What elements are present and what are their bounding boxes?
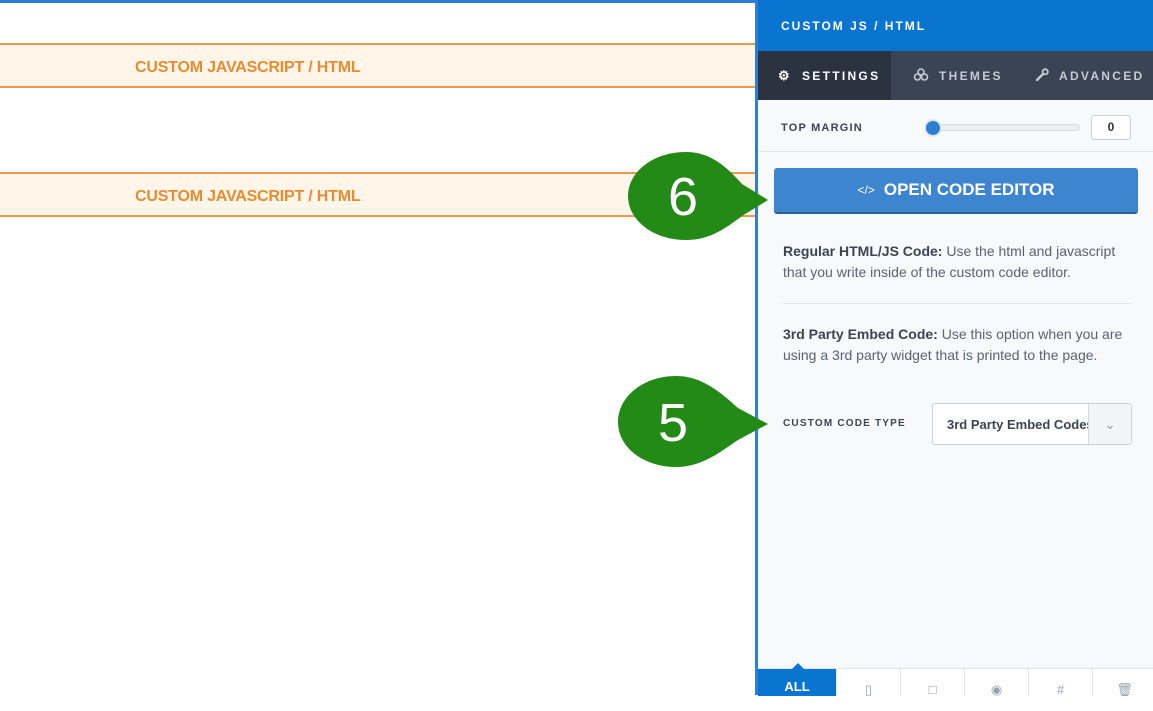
button-label: OPEN CODE EDITOR [883,180,1055,199]
callout-6: 6 [628,148,768,244]
custom-code-type-select[interactable]: 3rd Party Embed Codes ⌄ [932,403,1132,445]
panel-tabs: ⚙ SETTINGS THEMES ADVANCED [758,51,1153,100]
tab-settings[interactable]: ⚙ SETTINGS [758,51,891,100]
chevron-down-icon[interactable]: ⌄ [1088,404,1131,444]
mobile-icon[interactable]: ▯ [836,669,900,697]
embed-code-title: 3rd Party Embed Code: [783,326,938,342]
divider [783,303,1131,304]
wrench-icon [1035,67,1049,84]
custom-js-element-1[interactable]: CUSTOM JAVASCRIPT / HTML [0,43,755,88]
regular-code-title: Regular HTML/JS Code: [783,243,943,259]
regular-code-description: Regular HTML/JS Code: Use the html and j… [783,241,1133,283]
callout-number: 6 [668,167,699,227]
eye-icon[interactable]: ◉ [964,669,1028,697]
page-canvas: CUSTOM JAVASCRIPT / HTML CUSTOM JAVASCRI… [0,0,755,695]
element-label: CUSTOM JAVASCRIPT / HTML [135,188,361,205]
selected-value: 3rd Party Embed Codes [947,417,1094,432]
bottom-toolbar: ALL ▯ □ ◉ # 🗑 [758,663,1153,697]
all-label: ALL [784,679,810,694]
top-margin-slider[interactable] [928,124,1080,131]
all-devices-button[interactable]: ALL [758,663,836,696]
panel-title: CUSTOM JS / HTML [781,19,927,33]
gear-icon: ⚙ [778,67,792,83]
tab-advanced[interactable]: ADVANCED [1035,51,1145,100]
custom-code-type-label: CUSTOM CODE TYPE [783,418,906,429]
tab-themes[interactable]: THEMES [913,51,1003,100]
top-margin-input[interactable]: 0 [1091,115,1131,140]
canvas-top-border [0,0,755,3]
hash-icon[interactable]: # [1028,669,1092,697]
active-notch [792,663,804,669]
open-code-editor-button[interactable]: </> OPEN CODE EDITOR [774,168,1138,214]
tab-label: THEMES [939,68,1003,83]
tab-label: ADVANCED [1059,68,1145,83]
element-label: CUSTOM JAVASCRIPT / HTML [135,59,361,76]
callout-5: 5 [618,372,768,470]
slider-handle[interactable] [926,121,940,135]
embed-code-description: 3rd Party Embed Code: Use this option wh… [783,324,1133,366]
panel-header: CUSTOM JS / HTML [758,0,1153,51]
tab-label: SETTINGS [801,68,881,83]
desktop-icon[interactable]: □ [900,669,964,697]
settings-panel: CUSTOM JS / HTML ⚙ SETTINGS THEMES ADVAN… [755,0,1153,697]
top-margin-label: TOP MARGIN [781,122,863,134]
callout-number: 5 [658,393,689,453]
trash-icon[interactable]: 🗑 [1092,669,1153,697]
top-margin-row: TOP MARGIN 0 [758,100,1153,152]
palette-icon [913,67,929,84]
code-icon: </> [857,183,875,197]
